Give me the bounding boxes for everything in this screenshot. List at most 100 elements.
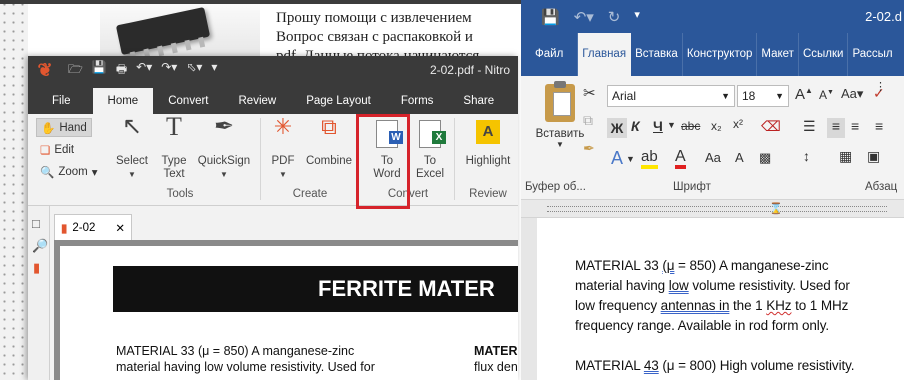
bold-button[interactable]: Ж — [607, 118, 627, 138]
word-text-line: low frequency antennas in the 1 KHz to 1… — [575, 298, 849, 313]
tab-forms[interactable]: Forms — [386, 88, 449, 114]
paste-button[interactable]: Вставить ▼ — [535, 81, 585, 149]
tools-group-label: Tools — [166, 188, 194, 200]
to-word-red-highlight-box — [356, 114, 410, 209]
document-tab[interactable]: ▮ 2-02 ✕ — [54, 214, 132, 240]
redo-icon[interactable]: ↷▾ — [161, 60, 177, 81]
align-left-icon[interactable]: ≡ — [827, 118, 845, 138]
tab-home[interactable]: Home — [92, 88, 154, 114]
word-text-line: material having low volume resistivity. … — [575, 278, 850, 293]
customize-icon[interactable]: ▾ — [634, 8, 640, 26]
line-spacing-icon[interactable]: ↕ — [803, 148, 810, 164]
create-group-label: Create — [292, 188, 328, 200]
change-case-icon[interactable]: Aa▾ — [841, 86, 863, 102]
type-text-button[interactable]: T Type Text — [156, 112, 192, 181]
highlight-color-icon[interactable]: ab — [641, 148, 658, 169]
change-case-icon[interactable]: A — [735, 150, 744, 165]
borders-icon[interactable]: ▣ — [867, 148, 880, 165]
bullets-icon[interactable]: ☰ — [803, 118, 816, 135]
pages-panel-icon[interactable]: □ — [32, 216, 40, 231]
tab-home[interactable]: Главная — [578, 33, 632, 76]
select-button[interactable]: ↖ Select ▼ — [110, 115, 154, 181]
align-center-icon[interactable]: ≡ — [851, 118, 859, 134]
tab-share[interactable]: Share — [448, 88, 509, 114]
tab-convert[interactable]: Convert — [153, 88, 223, 114]
shading-icon[interactable]: ▦ — [839, 148, 852, 165]
character-shading-icon[interactable]: ▩ — [759, 150, 771, 166]
tab-design[interactable]: Конструктор — [683, 33, 758, 76]
indent-marker-icon[interactable]: ⌛ — [769, 202, 783, 215]
font-color-icon[interactable]: A — [675, 148, 686, 169]
save-icon[interactable]: 💾 — [92, 60, 107, 81]
word-window: 💾 ↶▾ ↻ ▾ 2-02.d Файл Главная Вставка Кон… — [521, 0, 904, 380]
italic-button[interactable]: К — [631, 118, 640, 134]
zoom-label: Zoom — [58, 165, 88, 178]
copy-icon[interactable]: ⧉ — [583, 112, 593, 129]
format-painter-icon[interactable]: ✒ — [583, 140, 595, 157]
subscript-button[interactable]: x₂ — [711, 119, 722, 133]
cut-icon[interactable]: ✂ — [583, 84, 596, 102]
word-ribbon-tabs: Файл Главная Вставка Конструктор Макет С… — [521, 33, 904, 76]
pdf-text-line: MATERI — [474, 344, 518, 358]
pdf-page: FERRITE MATER MATERIAL 33 (μ = 850) A ma… — [60, 246, 518, 380]
save-icon[interactable]: 💾 — [541, 8, 560, 26]
pdf-text-line: MATERIAL 33 (μ = 850) A manganese-zinc — [116, 344, 355, 358]
strikethrough-button[interactable]: abc — [681, 119, 700, 133]
pdf-file-icon: ▮ — [61, 222, 68, 235]
nitro-window: ❦ 🗁 💾 🖶 ↶▾ ↷▾ ⬁▾ ▾ 2-02.pdf - Nitro File… — [28, 56, 518, 380]
hand-tool-button[interactable]: ✋ Hand — [36, 118, 92, 137]
font-name-combo[interactable]: Arial ▼ — [607, 85, 735, 107]
chevron-down-icon: ▾ — [91, 166, 98, 179]
to-excel-button[interactable]: X To Excel — [410, 120, 450, 181]
pdf-button[interactable]: ✳ PDF ▼ — [266, 116, 300, 181]
tab-page-layout[interactable]: Page Layout — [291, 88, 386, 114]
group-divider — [260, 118, 261, 200]
font-size-grow-icon[interactable]: Aa — [705, 150, 721, 165]
redo-icon[interactable]: ↻ — [608, 8, 621, 26]
tab-file[interactable]: Файл — [521, 33, 579, 76]
tab-insert[interactable]: Вставка — [631, 33, 683, 76]
numbering-icon[interactable]: ⋮ — [875, 80, 886, 93]
quicksign-button[interactable]: ✒ QuickSign ▼ — [194, 115, 254, 181]
pdf-text-line: flux den — [474, 360, 518, 374]
type-text-label: Type Text — [161, 155, 187, 180]
underline-button[interactable]: Ч — [653, 118, 663, 134]
horizontal-ruler[interactable]: ⌛ — [521, 200, 904, 218]
bookmark-panel-icon[interactable]: ▮ — [33, 260, 40, 276]
shrink-font-icon[interactable]: A▼ — [819, 88, 834, 102]
undo-icon[interactable]: ↶▾ — [574, 8, 594, 26]
tab-mailings[interactable]: Рассыл — [848, 33, 896, 76]
chevron-down-icon: ▼ — [128, 170, 136, 179]
combine-button[interactable]: ⧉ Combine — [304, 116, 354, 168]
font-size-combo[interactable]: 18 ▼ — [737, 85, 789, 107]
grow-font-icon[interactable]: A▲ — [795, 86, 813, 103]
clipboard-icon — [545, 81, 575, 122]
tab-review[interactable]: Review — [224, 88, 292, 114]
undo-icon[interactable]: ↶▾ — [136, 60, 152, 81]
search-panel-icon[interactable]: 🔎 — [32, 238, 48, 254]
align-right-icon[interactable]: ≡ — [875, 118, 883, 134]
open-folder-icon[interactable]: 🗁 — [68, 60, 83, 81]
tab-layout[interactable]: Макет — [757, 33, 799, 76]
tab-references[interactable]: Ссылки — [799, 33, 849, 76]
tab-file[interactable]: File — [28, 88, 93, 114]
customize-icon[interactable]: ▾ — [211, 60, 217, 81]
dotted-margin — [0, 0, 28, 380]
clipboard-group-label: Буфер об... — [525, 181, 586, 193]
word-doc-title: 2-02.d — [865, 9, 902, 24]
print-icon[interactable]: 🖶 — [116, 60, 127, 81]
document-viewport: FERRITE MATER MATERIAL 33 (μ = 850) A ma… — [54, 240, 518, 380]
superscript-button[interactable]: x² — [733, 117, 743, 131]
combine-label: Combine — [305, 155, 353, 167]
text-effects-icon[interactable]: A — [611, 148, 623, 169]
highlight-button[interactable]: A Highlight — [460, 120, 516, 168]
edit-tool-button[interactable]: ❏ Edit — [36, 140, 78, 159]
zoom-tool-button[interactable]: 🔍 Zoom ▾ — [36, 162, 102, 181]
select-tool-icon[interactable]: ⬁▾ — [186, 60, 202, 81]
chevron-down-icon[interactable]: ▼ — [667, 120, 676, 130]
word-text-line: MATERIAL 43 (μ = 800) High volume resist… — [575, 358, 855, 373]
close-icon[interactable]: ✕ — [115, 221, 125, 235]
chevron-down-icon[interactable]: ▼ — [626, 154, 635, 164]
eraser-icon[interactable]: ⌫ — [761, 118, 781, 135]
type-text-icon: T — [166, 112, 182, 141]
